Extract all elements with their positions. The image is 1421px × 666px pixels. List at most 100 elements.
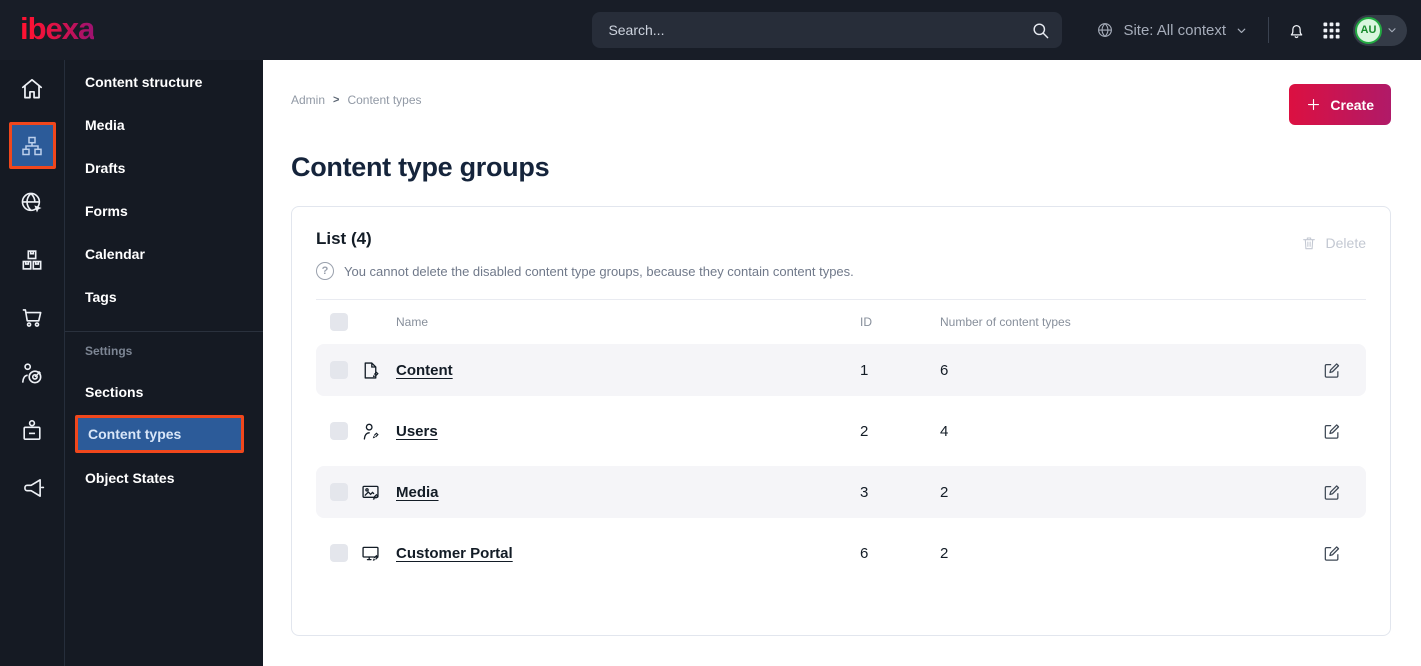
question-circle-icon: ? [316,262,334,280]
rail-item-content[interactable] [8,122,56,169]
site-globe-icon [19,190,45,216]
home-icon [19,76,45,102]
rail-item-dashboard[interactable] [0,60,65,117]
trash-icon [1301,235,1317,251]
image-edit-icon [360,482,386,503]
table-row: Content 1 6 [316,344,1366,396]
monitor-edit-icon [360,543,386,564]
site-context-label: Site: All context [1123,21,1226,39]
group-link[interactable]: Content [396,362,453,379]
user-edit-icon [360,421,386,442]
column-header-id: ID [860,315,872,329]
sidebar-settings-header: Settings [85,344,133,358]
chevron-down-icon [1235,24,1248,37]
app-grid-icon[interactable] [1323,21,1340,39]
commerce-cart-icon [19,304,45,330]
row-checkbox[interactable] [330,422,348,440]
sidebar-item-sections[interactable]: Sections [65,370,263,413]
sidebar-item-label: Tags [85,288,117,305]
row-checkbox[interactable] [330,544,348,562]
sidebar-item-content-types[interactable]: Content types [75,415,244,453]
topbar-divider [1268,17,1269,43]
sidebar-item-label: Media [85,116,125,133]
row-checkbox[interactable] [330,483,348,501]
group-link[interactable]: Users [396,423,438,440]
sidebar-item-calendar[interactable]: Calendar [65,232,263,275]
site-context-selector[interactable]: Site: All context [1096,21,1248,39]
select-all-checkbox[interactable] [330,313,348,331]
create-button-label: Create [1330,96,1374,113]
sidebar-item-drafts[interactable]: Drafts [65,146,263,189]
sidebar-item-label: Calendar [85,245,145,262]
group-link[interactable]: Customer Portal [396,545,513,562]
delete-button[interactable]: Delete [1301,235,1366,251]
globe-icon [1096,21,1114,39]
campaign-megaphone-icon [19,475,45,501]
ibexa-logo: ibexa [20,10,95,46]
main-content: Admin > Content types Create Content typ… [263,60,1421,666]
sidebar-menu: Content structure Media Drafts Forms Cal… [65,60,263,666]
rail-item-commerce[interactable] [0,288,65,345]
product-boxes-icon [19,247,45,273]
sidebar-item-forms[interactable]: Forms [65,189,263,232]
group-id: 3 [860,483,869,501]
delete-button-label: Delete [1325,235,1366,251]
sidebar-item-label: Drafts [85,159,126,176]
list-card: List (4) Delete ? You cannot delete the … [291,206,1391,636]
corporate-badge-icon [19,418,45,444]
global-search[interactable] [592,12,1063,48]
sidebar-item-label: Content structure [85,73,203,90]
info-message: ? You cannot delete the disabled content… [316,262,1366,280]
group-count: 2 [940,544,949,562]
table-header-row: Name ID Number of content types [316,300,1366,344]
sidebar-item-content-structure[interactable]: Content structure [65,60,263,103]
table-row: Media 3 2 [316,466,1366,518]
edit-icon[interactable] [1322,360,1352,380]
rail-item-corporate[interactable] [0,402,65,459]
breadcrumb-separator: > [333,94,340,106]
top-bar: ibexa Site: All context AU [0,0,1421,60]
page-title: Content type groups [291,152,550,182]
rail-item-personalization[interactable] [0,345,65,402]
edit-icon[interactable] [1322,421,1352,441]
group-count: 4 [940,422,949,440]
create-button[interactable]: Create [1289,84,1391,125]
list-title: List (4) [316,229,372,248]
sidebar-item-tags[interactable]: Tags [65,275,263,318]
chevron-down-icon [1386,24,1398,36]
table-row: Users 2 4 [316,405,1366,457]
file-edit-icon [360,360,386,381]
personalization-target-icon [19,361,45,387]
table-row: Customer Portal 6 2 [316,527,1366,579]
bell-icon[interactable] [1287,21,1306,40]
content-structure-icon [20,134,44,158]
column-header-count: Number of content types [940,315,1071,329]
plus-icon [1306,97,1321,112]
group-link[interactable]: Media [396,484,439,501]
rail-item-products[interactable] [0,231,65,288]
sidebar-item-media[interactable]: Media [65,103,263,146]
edit-icon[interactable] [1322,482,1352,502]
rail-item-site[interactable] [0,174,65,231]
column-header-name: Name [396,315,429,329]
group-count: 2 [940,483,949,501]
edit-icon[interactable] [1322,543,1352,563]
breadcrumb: Admin > Content types [291,93,422,107]
sidebar-item-label: Forms [85,202,128,219]
breadcrumb-admin[interactable]: Admin [291,93,325,107]
breadcrumb-content-types: Content types [347,93,422,107]
sidebar-item-label: Sections [85,383,144,400]
sidebar-item-label: Content types [88,426,182,442]
group-id: 1 [860,361,869,379]
user-menu[interactable]: AU [1353,14,1407,46]
rail-item-campaigns[interactable] [0,459,65,516]
group-id: 6 [860,544,869,562]
icon-rail [0,60,65,666]
sidebar-item-label: Object States [85,469,175,486]
search-input[interactable] [608,22,1032,38]
search-icon[interactable] [1031,21,1050,40]
row-checkbox[interactable] [330,361,348,379]
group-id: 2 [860,422,869,440]
sidebar-item-object-states[interactable]: Object States [65,456,263,499]
avatar: AU [1355,16,1382,44]
